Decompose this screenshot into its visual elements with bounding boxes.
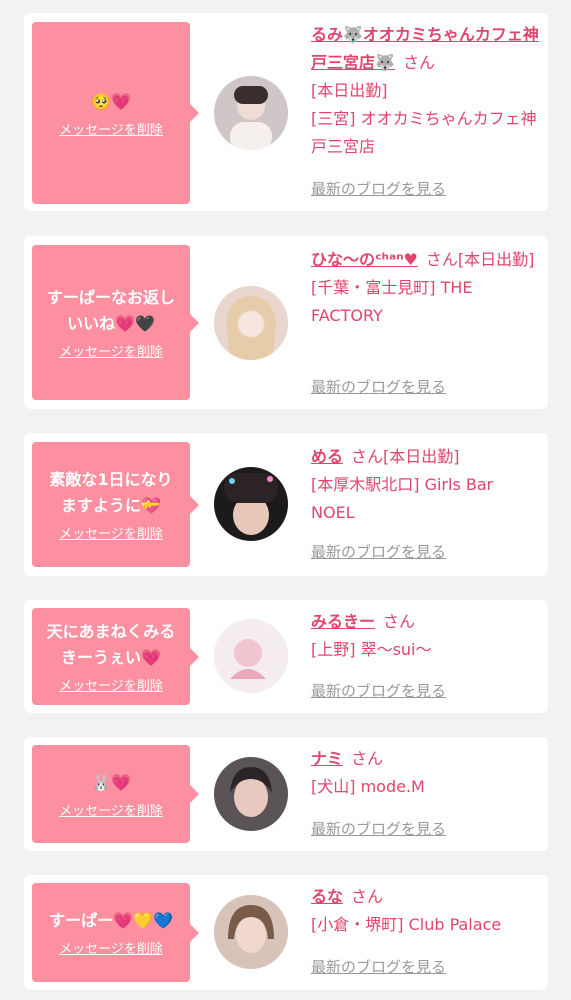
shop-text: [三宮] オオカミちゃんカフェ神戸三宮店 — [311, 109, 537, 156]
message-card: すーぱー💗💛💙 メッセージを削除 るな さん [小倉・堺町] Club Palac… — [24, 875, 548, 990]
honorific: さん — [402, 53, 435, 72]
honorific: さん — [383, 612, 416, 631]
shop-text: [本厚木駅北口] Girls Bar NOEL — [311, 475, 494, 522]
cast-name-link[interactable]: ひな〜のᶜʰᵃⁿ♥ — [311, 250, 418, 269]
status-text: [本日出勤] — [311, 81, 388, 100]
message-bubble: 素敵な1日になりますように💝 メッセージを削除 — [32, 442, 199, 567]
message-card: 天にあまねくみるきーうぇい💗 メッセージを削除 みるきー さん [上野] 翠〜su… — [24, 600, 548, 713]
message-bubble: 🥺💗 メッセージを削除 — [32, 22, 199, 204]
avatar[interactable] — [214, 467, 288, 541]
message-card: 🥺💗 メッセージを削除 るみ🐺オオカミちゃんカフェ神戸三宮店🐺 さん [本日出勤]… — [24, 13, 548, 211]
latest-blog-link[interactable]: 最新のブログを見る — [311, 178, 446, 199]
status-text: [本日出勤] — [457, 250, 535, 269]
shop-text: [上野] 翠〜sui〜 — [311, 640, 432, 659]
message-card: 🐰💗 メッセージを削除 ナミ さん [犬山] mode.M 最新のブログを見る — [24, 737, 548, 851]
message-text: 天にあまねくみるきーうぇい💗 — [46, 622, 176, 667]
delete-message-link[interactable]: メッセージを削除 — [59, 341, 163, 360]
avatar[interactable] — [214, 757, 288, 831]
avatar[interactable] — [214, 619, 288, 693]
delete-message-link[interactable]: メッセージを削除 — [59, 523, 163, 542]
honorific: さん — [351, 749, 384, 768]
latest-blog-link[interactable]: 最新のブログを見る — [311, 680, 446, 701]
cast-info: みるきー さん [上野] 翠〜sui〜 — [311, 608, 541, 664]
message-text: すーぱー💗💛💙 — [49, 911, 173, 930]
honorific: さん — [351, 887, 384, 906]
cast-name-link[interactable]: める — [311, 447, 343, 466]
cast-name-link[interactable]: るな — [311, 887, 343, 906]
message-text: すーぱーなお返しいいね💗🖤 — [46, 288, 175, 333]
status-text: [本日出勤] — [383, 447, 460, 466]
cast-info: める さん[本日出勤] [本厚木駅北口] Girls Bar NOEL — [311, 443, 541, 527]
shop-text: [犬山] mode.M — [311, 777, 425, 796]
message-card: 素敵な1日になりますように💝 メッセージを削除 める さん[本日出勤] [本厚木駅… — [24, 433, 548, 576]
honorific: さん — [425, 250, 458, 269]
delete-message-link[interactable]: メッセージを削除 — [59, 675, 163, 694]
latest-blog-link[interactable]: 最新のブログを見る — [311, 956, 446, 977]
message-card: すーぱーなお返しいいね💗🖤 メッセージを削除 ひな〜のᶜʰᵃⁿ♥ さん[本日出勤]… — [24, 236, 548, 409]
message-bubble: すーぱーなお返しいいね💗🖤 メッセージを削除 — [32, 245, 199, 400]
honorific: さん — [351, 447, 384, 466]
delete-message-link[interactable]: メッセージを削除 — [59, 800, 163, 819]
message-bubble: 天にあまねくみるきーうぇい💗 メッセージを削除 — [32, 608, 199, 705]
cast-info: るな さん [小倉・堺町] Club Palace — [311, 883, 541, 939]
cast-info: ひな〜のᶜʰᵃⁿ♥ さん[本日出勤] [千葉・富士見町] THE FACTORY — [311, 246, 541, 330]
cast-info: るみ🐺オオカミちゃんカフェ神戸三宮店🐺 さん [本日出勤] [三宮] オオカミちゃ… — [311, 21, 541, 161]
shop-text: [千葉・富士見町] THE FACTORY — [311, 278, 473, 325]
avatar[interactable] — [214, 76, 288, 150]
message-bubble: 🐰💗 メッセージを削除 — [32, 745, 199, 843]
delete-message-link[interactable]: メッセージを削除 — [59, 119, 163, 138]
cast-info: ナミ さん [犬山] mode.M — [311, 745, 541, 801]
message-text: 🥺💗 — [91, 91, 131, 111]
delete-message-link[interactable]: メッセージを削除 — [59, 938, 163, 957]
shop-text: [小倉・堺町] Club Palace — [311, 915, 502, 934]
cast-name-link[interactable]: ナミ — [311, 749, 343, 768]
latest-blog-link[interactable]: 最新のブログを見る — [311, 818, 446, 839]
latest-blog-link[interactable]: 最新のブログを見る — [311, 541, 446, 562]
message-text: 🐰💗 — [91, 772, 131, 792]
message-text: 素敵な1日になりますように💝 — [49, 470, 173, 515]
avatar[interactable] — [214, 895, 288, 969]
latest-blog-link[interactable]: 最新のブログを見る — [311, 376, 446, 397]
avatar[interactable] — [214, 286, 288, 360]
cast-name-link[interactable]: みるきー — [311, 612, 375, 631]
message-bubble: すーぱー💗💛💙 メッセージを削除 — [32, 883, 199, 982]
